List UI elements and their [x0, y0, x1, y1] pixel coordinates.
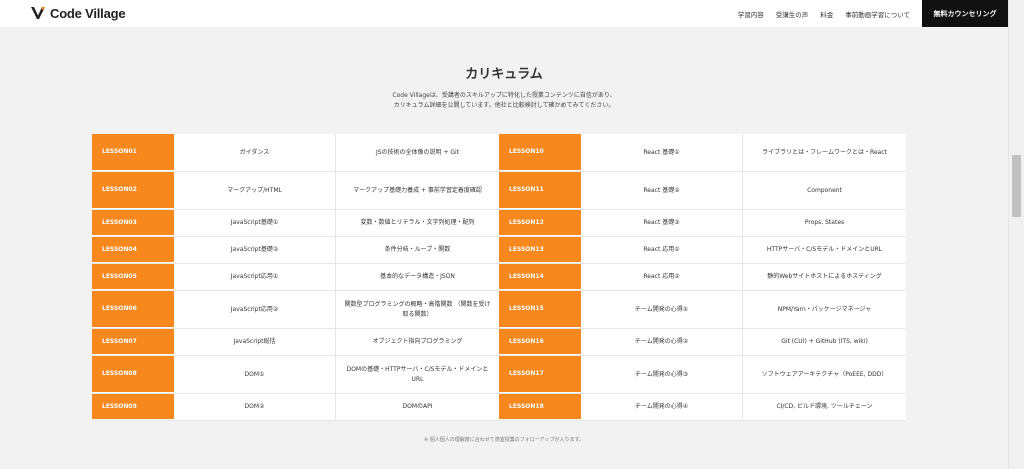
- curriculum-row: LESSON17 チーム開発の心得③ ソフトウェアアーキテクチャ（PoEEE, DD…: [499, 356, 906, 394]
- curriculum-row: LESSON12 React 基礎③ Props, States: [499, 210, 906, 237]
- lesson-number: LESSON04: [92, 237, 174, 263]
- curriculum-row: LESSON07 JavaScript総括 オブジェクト指向プログラミング: [92, 329, 499, 356]
- scrollbar-thumb[interactable]: [1012, 155, 1021, 217]
- lesson-detail: DOMの基礎・HTTPサーバ・C/Sモデル・ドメインとURL: [336, 356, 499, 393]
- curriculum-row: LESSON09 DOM② DOMのAPI: [92, 394, 499, 421]
- lesson-topic: JavaScript総括: [174, 329, 336, 355]
- lesson-detail: ライブラリとは・フレームワークとは・React: [743, 134, 906, 171]
- lesson-detail: JSの技術の全体像の説明 + Git: [336, 134, 499, 171]
- main-nav: 学習内容 受講生の声 料金 事前動画学習について: [738, 0, 910, 27]
- lesson-topic: JavaScript応用②: [174, 291, 336, 328]
- logo[interactable]: Code Village: [30, 5, 126, 21]
- code-village-logo-icon: [30, 5, 46, 21]
- lead-line-1: Code Villageは、受講者のスキルアップに特化した授業コンテンツに自信が…: [392, 92, 616, 99]
- curriculum-row: LESSON10 React 基礎① ライブラリとは・フレームワークとは・React: [499, 134, 906, 172]
- curriculum-row: LESSON02 マークアップ/HTML マークアップ基礎力養成 + 事前学習定着度…: [92, 172, 499, 210]
- lesson-topic: React 応用②: [581, 264, 743, 290]
- lesson-number: LESSON09: [92, 394, 174, 420]
- lesson-detail: HTTPサーバ・C/Sモデル・ドメインとURL: [743, 237, 906, 263]
- logo-text: Code Village: [50, 5, 126, 21]
- lesson-topic: React 応用①: [581, 237, 743, 263]
- curriculum-row: LESSON03 JavaScript基礎① 変数・数値とリテラル・文字列処理・配列: [92, 210, 499, 237]
- lesson-detail: 基本的なデータ構造・JSON: [336, 264, 499, 290]
- section-lead: Code Villageは、受講者のスキルアップに特化した授業コンテンツに自信が…: [0, 91, 1008, 111]
- lesson-topic: DOM②: [174, 394, 336, 420]
- lesson-number: LESSON16: [499, 329, 581, 355]
- lesson-detail: 関数型プログラミングの概略・高階関数 （関数を受け取る関数）: [336, 291, 499, 328]
- lesson-detail: 条件分岐・ループ・関数: [336, 237, 499, 263]
- lesson-detail: Component: [743, 172, 906, 209]
- lesson-detail: DOMのAPI: [336, 394, 499, 420]
- lesson-number: LESSON11: [499, 172, 581, 209]
- free-counseling-button[interactable]: 無料カウンセリング: [922, 0, 1008, 27]
- nav-voices[interactable]: 受講生の声: [776, 9, 809, 19]
- site-header: Code Village 学習内容 受講生の声 料金 事前動画学習について 無料…: [0, 0, 1008, 27]
- lesson-number: LESSON17: [499, 356, 581, 393]
- nav-pricing[interactable]: 料金: [820, 9, 833, 19]
- lesson-detail: マークアップ基礎力養成 + 事前学習定着度確認: [336, 172, 499, 209]
- curriculum-row: LESSON08 DOM① DOMの基礎・HTTPサーバ・C/Sモデル・ドメインとU…: [92, 356, 499, 394]
- lesson-detail: ソフトウェアアーキテクチャ（PoEEE, DDD）: [743, 356, 906, 393]
- lesson-number: LESSON02: [92, 172, 174, 209]
- lesson-detail: 静的Webサイトホストによるホスティング: [743, 264, 906, 290]
- lead-line-2: カリキュラム詳細を公開しています。他社と比較検討して確かめてみてください。: [393, 102, 615, 109]
- lesson-detail: Git (CUI) + GitHub (ITS, wiki): [743, 329, 906, 355]
- lesson-topic: ガイダンス: [174, 134, 336, 171]
- lesson-topic: JavaScript応用①: [174, 264, 336, 290]
- lesson-number: LESSON05: [92, 264, 174, 290]
- lesson-detail: NPM/Yarn・パッケージマネージャ: [743, 291, 906, 328]
- lesson-number: LESSON15: [499, 291, 581, 328]
- curriculum-row: LESSON16 チーム開発の心得② Git (CUI) + GitHub (ITS…: [499, 329, 906, 356]
- curriculum-row: LESSON14 React 応用② 静的Webサイトホストによるホスティング: [499, 264, 906, 291]
- section-title: カリキュラム: [465, 67, 543, 82]
- lesson-number: LESSON12: [499, 210, 581, 236]
- lesson-topic: チーム開発の心得①: [581, 291, 743, 328]
- lesson-detail: オブジェクト指向プログラミング: [336, 329, 499, 355]
- page-scrollbar[interactable]: [1008, 0, 1024, 469]
- curriculum-row: LESSON06 JavaScript応用② 関数型プログラミングの概略・高階関数 …: [92, 291, 499, 329]
- lesson-topic: チーム開発の心得④: [581, 394, 743, 420]
- lesson-number: LESSON18: [499, 394, 581, 420]
- curriculum-column-left: LESSON01 ガイダンス JSの技術の全体像の説明 + Git LESSON02 マ…: [92, 134, 499, 421]
- lesson-number: LESSON14: [499, 264, 581, 290]
- nav-curriculum[interactable]: 学習内容: [738, 9, 764, 19]
- curriculum-row: LESSON18 チーム開発の心得④ CI/CD, ビルド環境, ツールチェーン: [499, 394, 906, 421]
- curriculum-row: LESSON01 ガイダンス JSの技術の全体像の説明 + Git: [92, 134, 499, 172]
- lesson-topic: チーム開発の心得③: [581, 356, 743, 393]
- lesson-detail: Props, States: [743, 210, 906, 236]
- curriculum-row: LESSON13 React 応用① HTTPサーバ・C/Sモデル・ドメインとURL: [499, 237, 906, 264]
- curriculum-column-right: LESSON10 React 基礎① ライブラリとは・フレームワークとは・React…: [499, 134, 906, 421]
- lesson-topic: JavaScript基礎①: [174, 210, 336, 236]
- lesson-detail: CI/CD, ビルド環境, ツールチェーン: [743, 394, 906, 420]
- lesson-topic: React 基礎①: [581, 134, 743, 171]
- lesson-number: LESSON08: [92, 356, 174, 393]
- footnote: ※ 個人個人の理解度に合わせて適宜授業のフォローアップが入ります。: [423, 437, 585, 443]
- lesson-number: LESSON03: [92, 210, 174, 236]
- curriculum-row: LESSON15 チーム開発の心得① NPM/Yarn・パッケージマネージャ: [499, 291, 906, 329]
- lesson-number: LESSON01: [92, 134, 174, 171]
- lesson-number: LESSON10: [499, 134, 581, 171]
- lesson-detail: 変数・数値とリテラル・文字列処理・配列: [336, 210, 499, 236]
- curriculum-row: LESSON11 React 基礎② Component: [499, 172, 906, 210]
- lesson-topic: DOM①: [174, 356, 336, 393]
- lesson-number: LESSON13: [499, 237, 581, 263]
- lesson-topic: JavaScript基礎②: [174, 237, 336, 263]
- curriculum-row: LESSON05 JavaScript応用① 基本的なデータ構造・JSON: [92, 264, 499, 291]
- nav-prelearning[interactable]: 事前動画学習について: [845, 9, 910, 19]
- curriculum-row: LESSON04 JavaScript基礎② 条件分岐・ループ・関数: [92, 237, 499, 264]
- lesson-number: LESSON07: [92, 329, 174, 355]
- curriculum-table: LESSON01 ガイダンス JSの技術の全体像の説明 + Git LESSON02 マ…: [92, 134, 906, 421]
- lesson-topic: React 基礎②: [581, 172, 743, 209]
- lesson-topic: チーム開発の心得②: [581, 329, 743, 355]
- lesson-number: LESSON06: [92, 291, 174, 328]
- lesson-topic: React 基礎③: [581, 210, 743, 236]
- lesson-topic: マークアップ/HTML: [174, 172, 336, 209]
